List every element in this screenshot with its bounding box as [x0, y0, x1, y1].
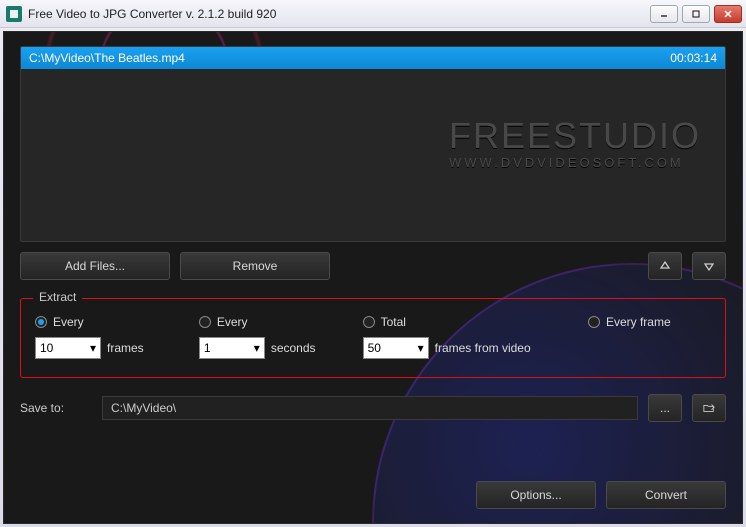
brand-subtitle: WWW.DVDVIDEOSOFT.COM [449, 155, 701, 170]
file-list[interactable]: C:\MyVideo\The Beatles.mp4 00:03:14 FREE… [20, 46, 726, 242]
radio-every-n-seconds[interactable] [199, 316, 211, 328]
brand-watermark: FREESTUDIO WWW.DVDVIDEOSOFT.COM [449, 115, 701, 170]
select-value: 10 [40, 341, 53, 355]
add-files-button[interactable]: Add Files... [20, 252, 170, 280]
radio-every-frame[interactable] [588, 316, 600, 328]
select-value: 50 [368, 341, 381, 355]
option-label: Every frame [606, 315, 671, 329]
extract-legend: Extract [33, 290, 82, 304]
remove-button[interactable]: Remove [180, 252, 330, 280]
radio-every-n-frames[interactable] [35, 316, 47, 328]
option-total-frames: Total 50 ▾ frames from video [363, 315, 578, 359]
brand-title: FREESTUDIO [449, 115, 701, 157]
extract-fieldset: Extract Every 10 ▾ frames [20, 298, 726, 378]
option-every-n-seconds: Every 1 ▾ seconds [199, 315, 353, 359]
save-path-input[interactable] [102, 396, 638, 420]
option-every-frame: Every frame [588, 315, 711, 329]
window-title: Free Video to JPG Converter v. 2.1.2 bui… [28, 7, 650, 21]
radio-total-frames[interactable] [363, 316, 375, 328]
arrow-up-icon [659, 260, 671, 272]
open-folder-button[interactable] [692, 394, 726, 422]
close-button[interactable] [714, 5, 742, 23]
minimize-button[interactable] [650, 5, 678, 23]
select-value: 1 [204, 341, 211, 355]
options-button[interactable]: Options... [476, 481, 596, 509]
select-total-frames[interactable]: 50 ▾ [363, 337, 429, 359]
file-list-item[interactable]: C:\MyVideo\The Beatles.mp4 00:03:14 [21, 47, 725, 69]
file-path: C:\MyVideo\The Beatles.mp4 [29, 51, 185, 65]
chevron-down-icon: ▾ [418, 341, 424, 355]
move-down-button[interactable] [692, 252, 726, 280]
select-every-n-seconds[interactable]: 1 ▾ [199, 337, 265, 359]
chevron-down-icon: ▾ [254, 341, 260, 355]
option-label: Every [53, 315, 84, 329]
option-label: Every [217, 315, 248, 329]
move-up-button[interactable] [648, 252, 682, 280]
app-icon [6, 6, 22, 22]
file-duration: 00:03:14 [670, 51, 717, 65]
titlebar: Free Video to JPG Converter v. 2.1.2 bui… [0, 0, 746, 28]
arrow-down-icon [703, 260, 715, 272]
open-folder-icon [703, 402, 715, 414]
unit-label: seconds [271, 341, 316, 355]
option-label: Total [381, 315, 406, 329]
select-every-n-frames[interactable]: 10 ▾ [35, 337, 101, 359]
option-every-n-frames: Every 10 ▾ frames [35, 315, 189, 359]
convert-button[interactable]: Convert [606, 481, 726, 509]
chevron-down-icon: ▾ [90, 341, 96, 355]
maximize-button[interactable] [682, 5, 710, 23]
browse-button[interactable]: ... [648, 394, 682, 422]
save-to-label: Save to: [20, 401, 92, 415]
unit-label: frames from video [435, 341, 531, 355]
unit-label: frames [107, 341, 144, 355]
